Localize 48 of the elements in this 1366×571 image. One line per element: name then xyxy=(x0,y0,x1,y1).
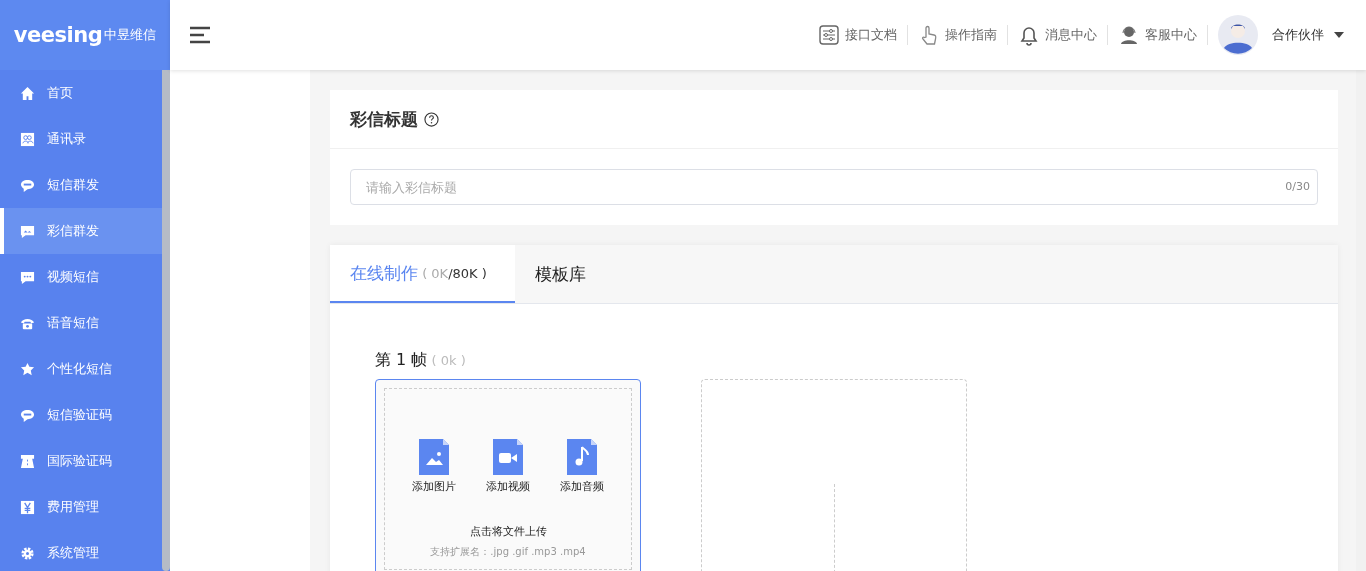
sidebar-item[interactable]: 个性化短信 xyxy=(0,346,162,392)
sidebar-item[interactable]: 系统管理 xyxy=(0,530,162,571)
image-message-icon xyxy=(20,223,35,239)
road-icon xyxy=(20,453,35,469)
gear-icon xyxy=(20,545,35,561)
sidebar-item[interactable]: 语音短信 xyxy=(0,300,162,346)
star-icon xyxy=(20,361,35,377)
character-counter: 0/30 xyxy=(1285,180,1310,193)
bell-icon xyxy=(1018,24,1040,46)
sidebar-item[interactable]: 国际验证码 xyxy=(0,438,162,484)
audio-file-icon xyxy=(567,439,597,475)
section-title: 彩信标题 xyxy=(350,107,418,131)
contacts-icon xyxy=(20,131,35,147)
upload-option[interactable]: 添加音频 xyxy=(560,439,604,494)
menu-icon[interactable] xyxy=(190,26,212,44)
chat-bubble-icon xyxy=(20,407,35,423)
sidebar-item[interactable]: 通讯录 xyxy=(0,116,162,162)
home-icon xyxy=(20,85,35,101)
header-link[interactable]: 接口文档 xyxy=(818,24,897,46)
chat-bubble-icon xyxy=(20,177,35,193)
scrollbar[interactable] xyxy=(1356,70,1366,571)
video-file-icon xyxy=(493,439,523,475)
header-link[interactable]: 消息中心 xyxy=(1018,24,1097,46)
sidebar-item[interactable]: 首页 xyxy=(0,70,162,116)
image-file-icon xyxy=(419,439,449,475)
scrollbar[interactable] xyxy=(162,70,170,571)
tab[interactable]: 模板库 xyxy=(515,245,606,303)
header-link[interactable]: 客服中心 xyxy=(1118,24,1197,46)
sidebar-item[interactable]: 短信验证码 xyxy=(0,392,162,438)
document-settings-icon xyxy=(818,24,840,46)
help-icon[interactable] xyxy=(424,111,439,127)
sidebar-item[interactable]: 短信群发 xyxy=(0,162,162,208)
upload-hint: 点击将文件上传 xyxy=(469,524,547,539)
sidebar-item[interactable]: 视频短信 xyxy=(0,254,162,300)
caret-icon[interactable] xyxy=(1334,32,1344,38)
upload-option[interactable]: 添加视频 xyxy=(486,439,530,494)
chat-bubble-icon xyxy=(20,269,35,285)
header-link[interactable]: 操作指南 xyxy=(918,24,997,46)
upload-option[interactable]: 添加图片 xyxy=(412,439,456,494)
extensions-note: 支持扩展名：.jpg .gif .mp3 .mp4 xyxy=(430,545,586,559)
headset-person-icon xyxy=(1118,24,1140,46)
sidebar-item[interactable]: 费用管理 xyxy=(0,484,162,530)
avatar-icon[interactable] xyxy=(1218,15,1258,55)
tab[interactable]: 在线制作 ( 0K/80K ) xyxy=(330,245,515,303)
user-name[interactable]: 合作伙伴 xyxy=(1272,26,1324,44)
yen-icon xyxy=(20,499,35,515)
frame-label: 第 1 帧 ( 0k ) xyxy=(375,350,467,371)
upload-area[interactable]: 添加图片 添加视频 添加音频 点击将文件上传 支持扩展名：.jpg .gif .mp3 .mp4 xyxy=(375,379,641,571)
